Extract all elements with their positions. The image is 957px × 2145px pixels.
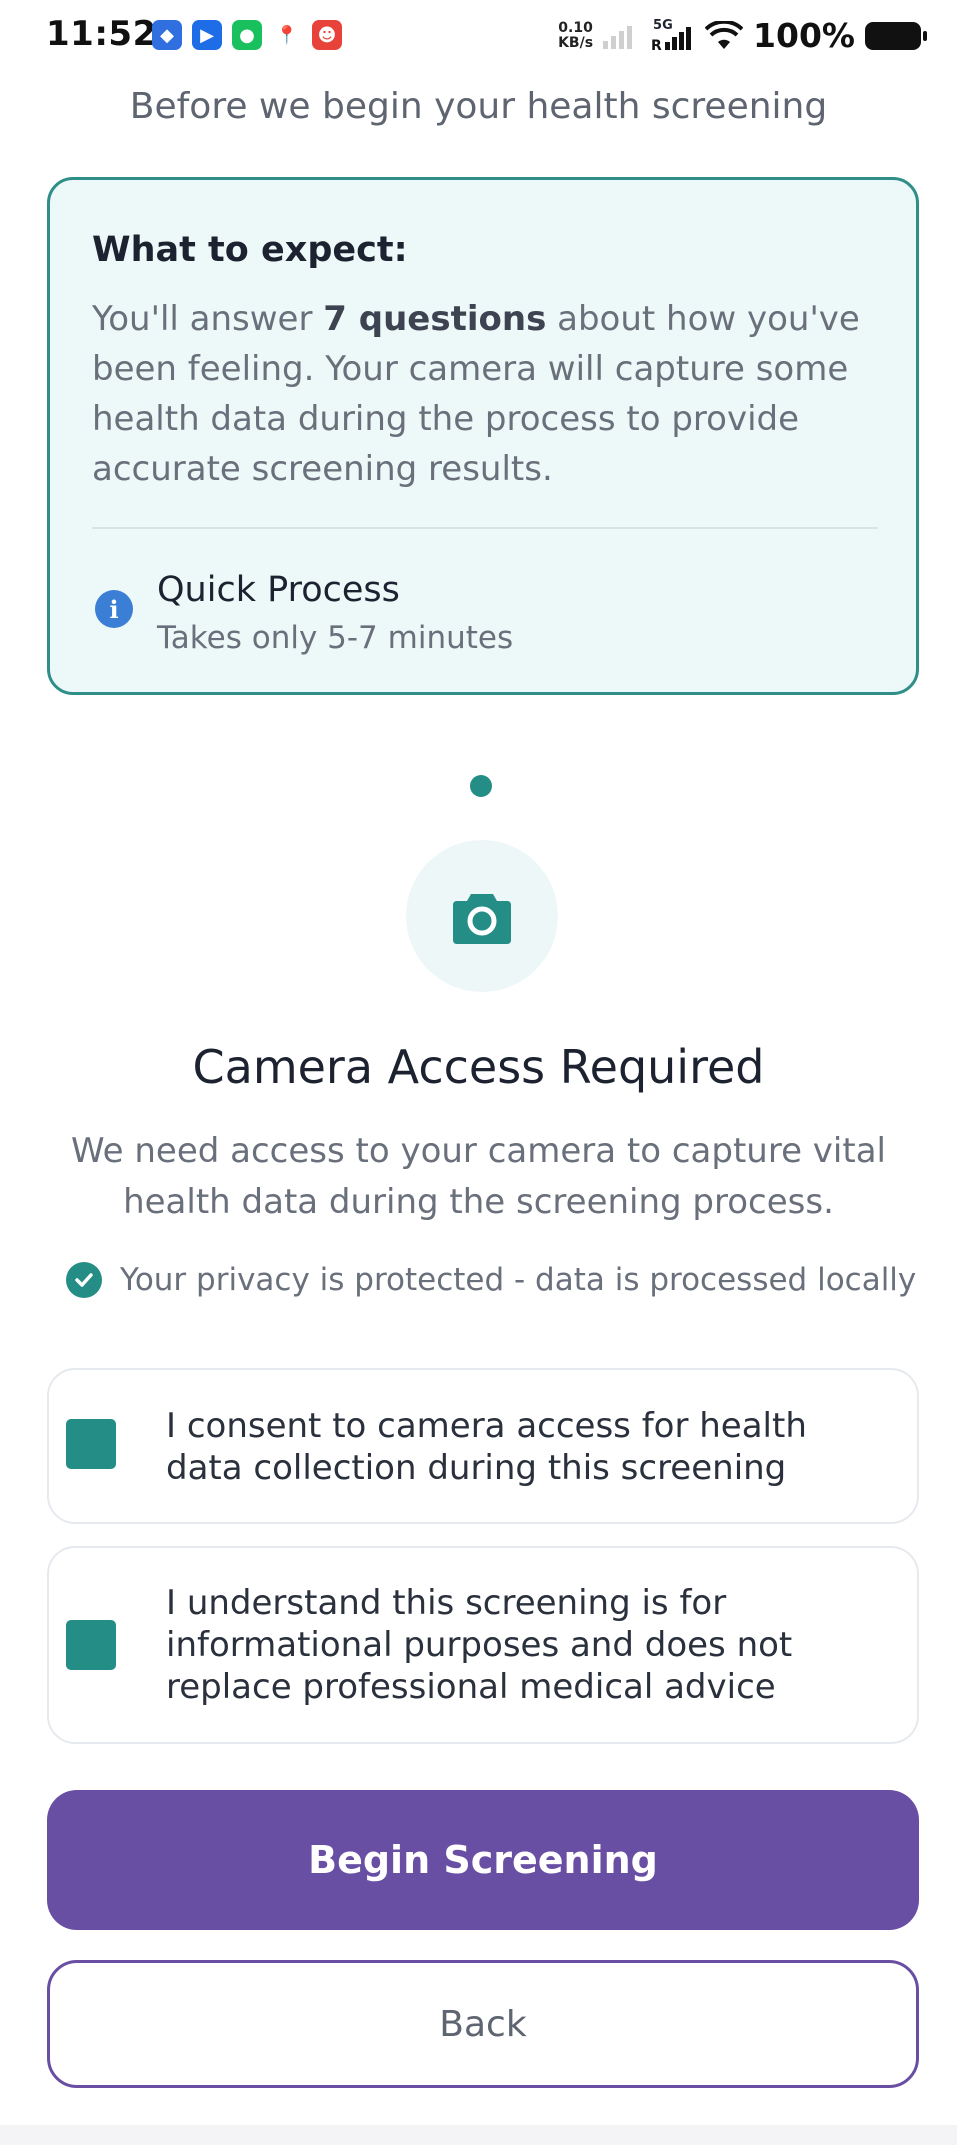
- network-speed: 0.10 KB/s: [558, 19, 594, 51]
- status-time: 11:52: [46, 14, 157, 54]
- battery-icon: [865, 21, 927, 50]
- expect-title: What to expect:: [92, 230, 408, 270]
- consent-disclaimer-checkbox[interactable]: [66, 1620, 116, 1670]
- chat-app-icon: ●: [232, 20, 262, 50]
- game-app-icon: ☻: [312, 20, 342, 50]
- notification-icons: ◆ ▶ ● 📍 ☻: [152, 20, 342, 50]
- battery-percentage: 100%: [753, 16, 855, 55]
- what-to-expect-card: What to expect: You'll answer 7 question…: [47, 177, 919, 695]
- expect-text-start: You'll answer: [92, 299, 324, 339]
- navigation-bar: [0, 2125, 957, 2145]
- consent-camera-label: I consent to camera access for health da…: [166, 1406, 807, 1488]
- consent-camera-checkbox[interactable]: [66, 1419, 116, 1469]
- card-divider: [92, 527, 878, 529]
- quick-process-title: Quick Process: [157, 570, 400, 610]
- begin-screening-button[interactable]: Begin Screening: [47, 1790, 919, 1930]
- question-count: 7 questions: [323, 299, 547, 339]
- consent-disclaimer-label: I understand this screening is for infor…: [166, 1583, 793, 1707]
- consent-camera-card[interactable]: I consent to camera access for health da…: [47, 1368, 919, 1524]
- cellular-5g-icon: 5G R: [651, 18, 695, 52]
- camera-access-title: Camera Access Required: [192, 1040, 765, 1094]
- back-button[interactable]: Back: [47, 1960, 919, 2088]
- wifi-icon: [705, 20, 744, 49]
- quick-process-subtitle: Takes only 5-7 minutes: [157, 620, 514, 656]
- video-app-icon: ▶: [192, 20, 222, 50]
- status-right: 0.10 KB/s 5G R 100%: [558, 16, 927, 55]
- network-speed-unit: KB/s: [558, 34, 594, 51]
- info-icon: i: [95, 590, 133, 628]
- check-circle-icon: [66, 1262, 102, 1298]
- camera-icon: [453, 894, 511, 944]
- app-notification-icon: ◆: [152, 20, 182, 50]
- page-title: Before we begin your health screening: [129, 86, 828, 127]
- signal-icon: [603, 25, 633, 49]
- network-speed-value: 0.10: [558, 19, 593, 36]
- privacy-note: Your privacy is protected - data is proc…: [66, 1262, 916, 1298]
- progress-dot: [470, 775, 492, 797]
- consent-disclaimer-card[interactable]: I understand this screening is for infor…: [47, 1546, 919, 1744]
- svg-text:R: R: [651, 38, 662, 52]
- expect-description: You'll answer 7 questions about how you'…: [92, 294, 882, 494]
- status-bar: 11:52 ◆ ▶ ● 📍 ☻ 0.10 KB/s 5G R 100%: [0, 0, 957, 72]
- map-pin-icon: 📍: [272, 20, 302, 50]
- privacy-note-text: Your privacy is protected - data is proc…: [120, 1262, 917, 1298]
- camera-access-description: We need access to your camera to capture…: [71, 1131, 886, 1222]
